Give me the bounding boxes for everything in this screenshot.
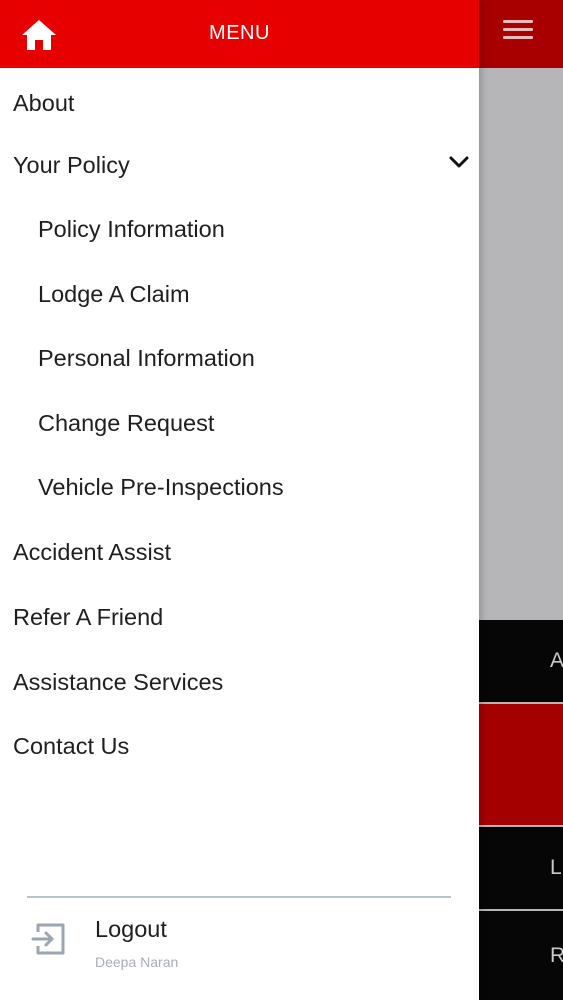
menu-item-label: Refer A Friend: [13, 603, 164, 630]
menu-title: MENU: [209, 22, 270, 44]
background-tile[interactable]: A: [478, 620, 563, 702]
menu-item-about[interactable]: About: [0, 72, 479, 134]
menu-item-label: Policy Information: [38, 215, 225, 242]
menu-item-label: Change Request: [38, 409, 215, 436]
background-tile[interactable]: [478, 704, 563, 825]
menu-item-label: Vehicle Pre-Inspections: [38, 473, 284, 500]
hamburger-icon[interactable]: [503, 20, 533, 44]
user-name: Deepa Naran: [95, 954, 179, 970]
chevron-down-icon[interactable]: [448, 154, 470, 170]
menu-item-lodge-a-claim[interactable]: Lodge A Claim: [0, 263, 479, 325]
menu-item-label: Assistance Services: [13, 668, 224, 695]
menu-item-personal-information[interactable]: Personal Information: [0, 327, 479, 389]
menu-item-accident-assist[interactable]: Accident Assist: [0, 521, 479, 583]
menu-item-assistance-services[interactable]: Assistance Services: [0, 651, 479, 713]
menu-item-contact-us[interactable]: Contact Us: [0, 715, 479, 777]
menu-item-refer-a-friend[interactable]: Refer A Friend: [0, 586, 479, 648]
menu-item-your-policy[interactable]: Your Policy: [0, 134, 479, 196]
background-tile[interactable]: L: [478, 827, 563, 909]
menu-item-label: Personal Information: [38, 344, 255, 371]
background-tile[interactable]: R: [478, 911, 563, 1000]
logout-button[interactable]: Logout Deepa Naran: [0, 900, 479, 990]
menu-item-label: Contact Us: [13, 732, 130, 759]
menu-item-change-request[interactable]: Change Request: [0, 392, 479, 454]
logout-icon: [31, 923, 65, 955]
menu-item-label: Accident Assist: [13, 538, 172, 565]
footer-divider: [27, 896, 451, 898]
menu-item-label: Your Policy: [13, 151, 130, 178]
menu-item-label: About: [13, 89, 75, 116]
navigation-drawer: MENU About Your Policy Policy Informatio…: [0, 0, 479, 1000]
menu-item-policy-information[interactable]: Policy Information: [0, 198, 479, 260]
menu-item-label: Lodge A Claim: [38, 280, 190, 307]
menu-item-vehicle-pre-inspections[interactable]: Vehicle Pre-Inspections: [0, 456, 479, 518]
logout-label: Logout: [95, 916, 167, 942]
background-tiles: A L R: [478, 620, 563, 1000]
drawer-header: MENU: [0, 0, 479, 68]
